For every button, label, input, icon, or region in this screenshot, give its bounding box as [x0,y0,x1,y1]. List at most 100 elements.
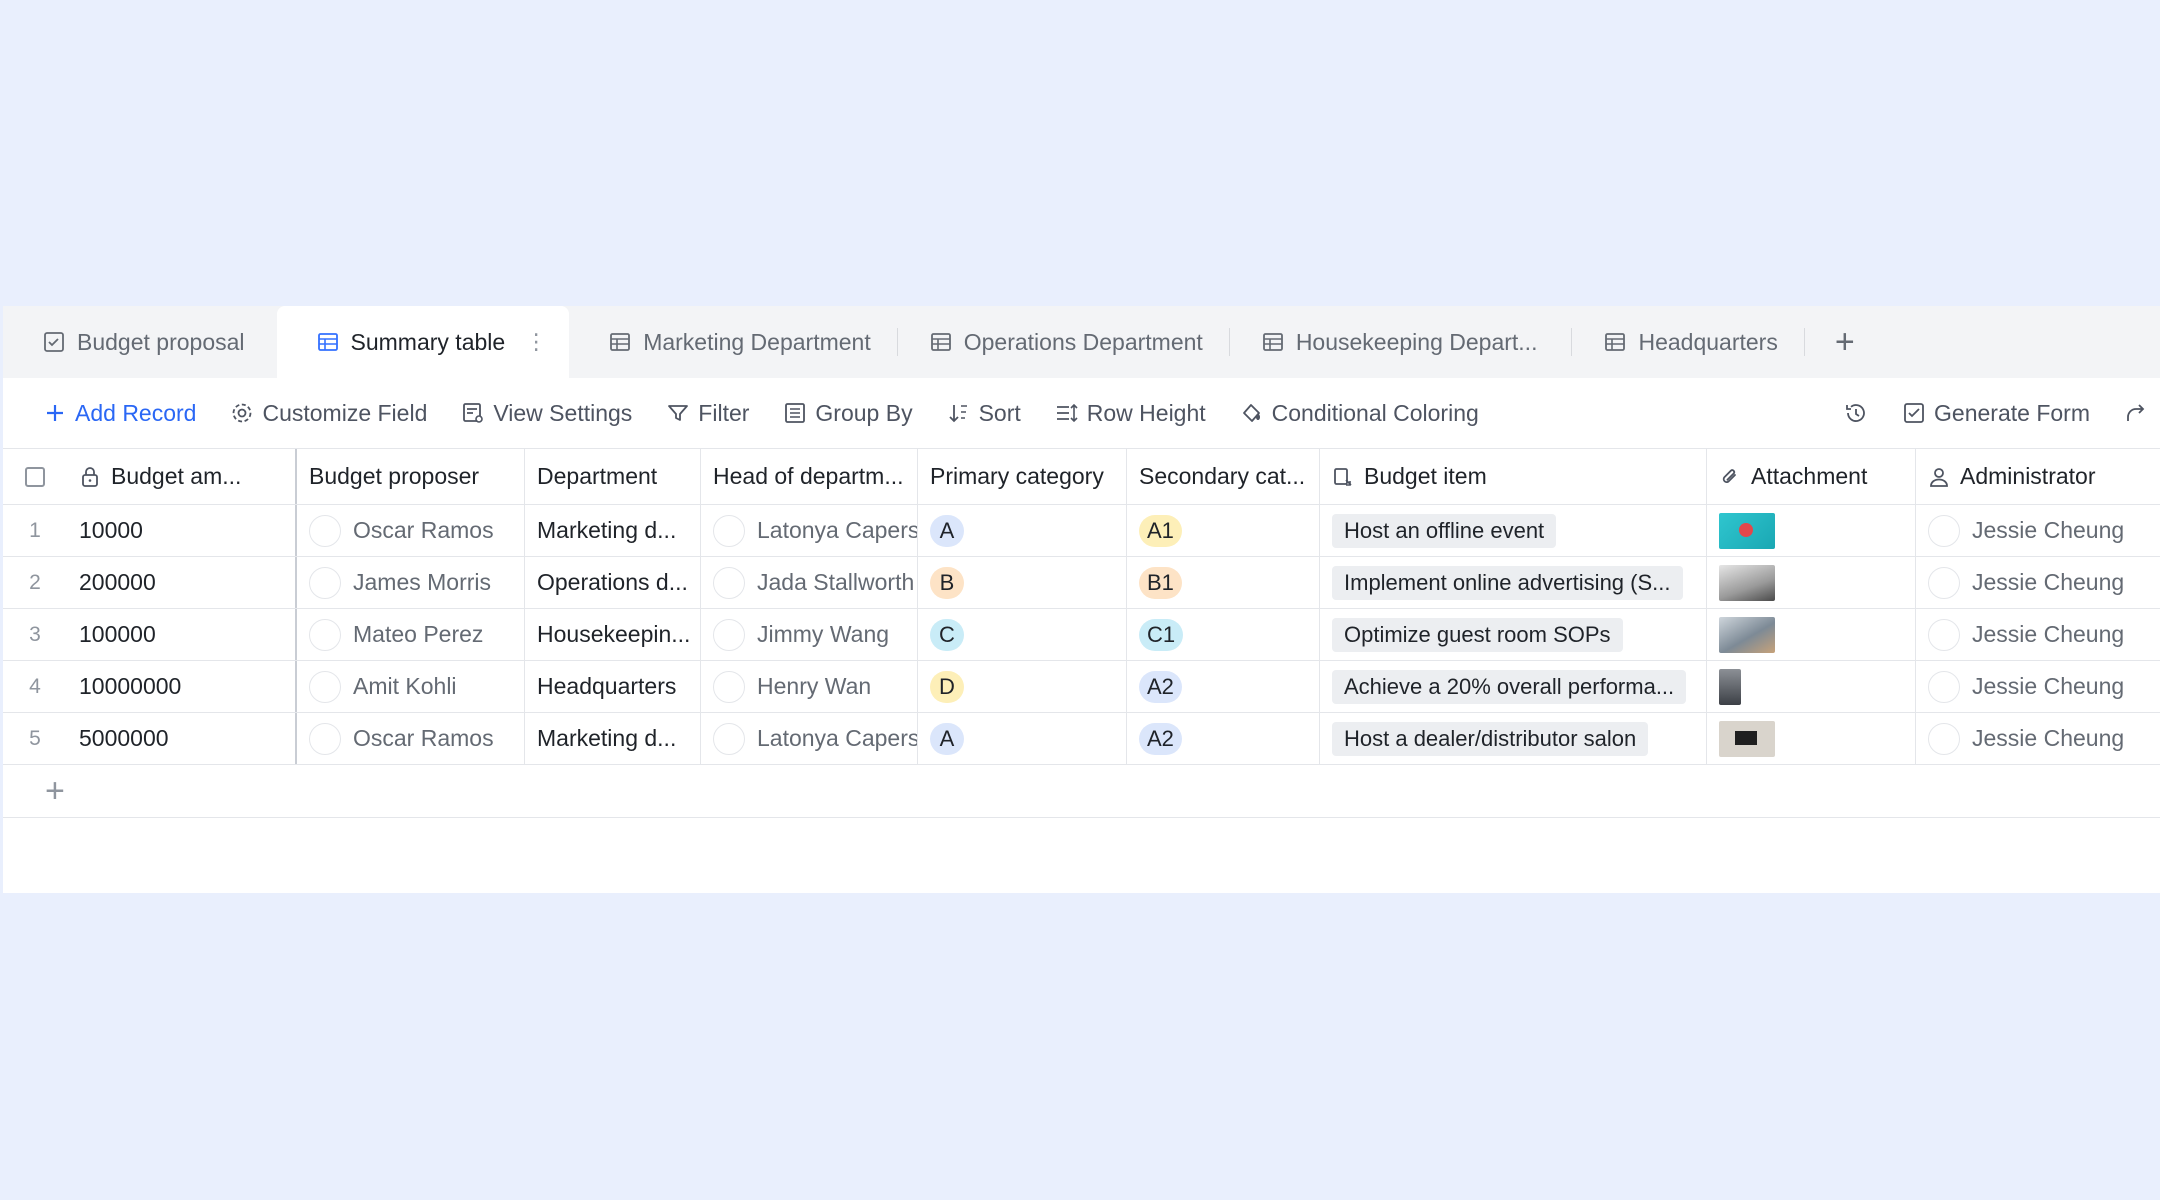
column-header-department[interactable]: Department [525,449,701,504]
category-pill: A2 [1139,722,1182,755]
column-title: Budget item [1364,463,1487,489]
budget-item-cell[interactable]: Optimize guest room SOPs [1320,609,1707,660]
administrator-cell[interactable]: Jessie Cheung [1916,557,2160,608]
history-button[interactable] [1844,401,1868,425]
attachment-thumbnail[interactable] [1719,512,1775,549]
table-row[interactable]: 3 100000 Mateo Perez Housekeepin... Jimm… [3,609,2160,661]
budget-item-cell[interactable]: Host a dealer/distributor salon [1320,713,1707,764]
budget-item-cell[interactable]: Host an offline event [1320,505,1707,556]
budget-proposer-cell[interactable]: Mateo Perez [297,609,525,660]
category-pill: C1 [1139,618,1184,651]
more-vertical-icon[interactable]: ⋮ [525,329,547,355]
attachment-thumbnail[interactable] [1719,720,1775,757]
budget-item-tag: Implement online advertising (S... [1332,565,1683,600]
attachment-cell[interactable] [1707,609,1916,660]
tab-summary-table[interactable]: Summary table ⋮ [276,306,570,378]
conditional-coloring-button[interactable]: Conditional Coloring [1240,400,1479,427]
head-of-department-cell[interactable]: Jada Stallworth [701,557,918,608]
table-row[interactable]: 4 10000000 Amit Kohli Headquarters Henry… [3,661,2160,713]
column-header-secondary-category[interactable]: Secondary cat... [1127,449,1320,504]
row-number[interactable]: 3 [3,609,67,660]
filter-button[interactable]: Filter [666,400,749,427]
attachment-thumbnail[interactable] [1719,616,1775,653]
administrator-cell[interactable]: Jessie Cheung [1916,505,2160,556]
row-number[interactable]: 4 [3,661,67,712]
head-of-department-cell[interactable]: Latonya Capers [701,505,918,556]
add-record-button[interactable]: Add Record [43,400,196,427]
primary-category-cell[interactable]: A [918,713,1127,764]
budget-amount-cell[interactable]: 100000 [67,609,297,660]
share-button[interactable] [2124,401,2148,425]
budget-proposer-cell[interactable]: Amit Kohli [297,661,525,712]
group-by-button[interactable]: Group By [783,400,913,427]
budget-proposer-cell[interactable]: Oscar Ramos [297,713,525,764]
department-cell[interactable]: Operations d... [525,557,701,608]
tab-housekeeping-department[interactable]: Housekeeping Depart... [1230,306,1572,378]
attachment-cell[interactable] [1707,661,1916,712]
row-height-button[interactable]: Row Height [1055,400,1206,427]
administrator-cell[interactable]: Jessie Cheung [1916,713,2160,764]
attachment-cell[interactable] [1707,713,1916,764]
table-row[interactable]: 2 200000 James Morris Operations d... Ja… [3,557,2160,609]
tab-marketing-department[interactable]: Marketing Department [569,306,897,378]
row-number[interactable]: 5 [3,713,67,764]
column-header-head-of-department[interactable]: Head of departm... [701,449,918,504]
person-name: Jessie Cheung [1972,517,2125,543]
budget-proposer-cell[interactable]: Oscar Ramos [297,505,525,556]
department-value: Housekeepin... [537,621,691,647]
department-cell[interactable]: Marketing d... [525,713,701,764]
secondary-category-cell[interactable]: B1 [1127,557,1320,608]
conditional-coloring-label: Conditional Coloring [1271,399,1479,426]
tab-operations-department[interactable]: Operations Department [898,306,1229,378]
secondary-category-cell[interactable]: A2 [1127,661,1320,712]
view-settings-button[interactable]: View Settings [461,400,632,427]
budget-proposer-cell[interactable]: James Morris [297,557,525,608]
primary-category-cell[interactable]: B [918,557,1127,608]
toolbar: Add Record Customize Field View Settings… [3,378,2160,449]
primary-category-cell[interactable]: D [918,661,1127,712]
add-row-button[interactable]: + [3,765,2160,818]
primary-category-cell[interactable]: A [918,505,1127,556]
column-header-budget-proposer[interactable]: Budget proposer [297,449,525,504]
budget-amount-cell[interactable]: 10000000 [67,661,297,712]
column-header-attachment[interactable]: Attachment [1707,449,1916,504]
person-name: Jessie Cheung [1972,621,2125,647]
select-all-checkbox[interactable] [25,466,45,487]
budget-item-cell[interactable]: Achieve a 20% overall performa... [1320,661,1707,712]
department-cell[interactable]: Headquarters [525,661,701,712]
tab-headquarters[interactable]: Headquarters [1572,306,1803,378]
sort-button[interactable]: Sort [947,400,1021,427]
budget-item-cell[interactable]: Implement online advertising (S... [1320,557,1707,608]
secondary-category-cell[interactable]: C1 [1127,609,1320,660]
select-all-cell[interactable] [3,449,67,504]
head-of-department-cell[interactable]: Latonya Capers [701,713,918,764]
budget-amount-cell[interactable]: 10000 [67,505,297,556]
tab-budget-proposal[interactable]: Budget proposal [3,306,277,378]
customize-field-button[interactable]: Customize Field [230,400,427,427]
head-of-department-cell[interactable]: Henry Wan [701,661,918,712]
primary-category-cell[interactable]: C [918,609,1127,660]
add-tab-button[interactable]: + [1805,306,1885,378]
attachment-thumbnail[interactable] [1719,564,1775,601]
row-number[interactable]: 2 [3,557,67,608]
administrator-cell[interactable]: Jessie Cheung [1916,661,2160,712]
secondary-category-cell[interactable]: A2 [1127,713,1320,764]
column-header-primary-category[interactable]: Primary category [918,449,1127,504]
column-header-administrator[interactable]: Administrator [1916,449,2160,504]
column-header-budget-amount[interactable]: Budget am... [67,449,297,504]
attachment-cell[interactable] [1707,557,1916,608]
department-cell[interactable]: Marketing d... [525,505,701,556]
table-row[interactable]: 1 10000 Oscar Ramos Marketing d... Laton… [3,505,2160,557]
department-cell[interactable]: Housekeepin... [525,609,701,660]
generate-form-button[interactable]: Generate Form [1902,400,2090,427]
attachment-cell[interactable] [1707,505,1916,556]
row-number[interactable]: 1 [3,505,67,556]
column-header-budget-item[interactable]: Budget item [1320,449,1707,504]
head-of-department-cell[interactable]: Jimmy Wang [701,609,918,660]
budget-amount-cell[interactable]: 200000 [67,557,297,608]
secondary-category-cell[interactable]: A1 [1127,505,1320,556]
table-row[interactable]: 5 5000000 Oscar Ramos Marketing d... Lat… [3,713,2160,765]
budget-amount-cell[interactable]: 5000000 [67,713,297,764]
attachment-thumbnail[interactable] [1719,668,1741,705]
administrator-cell[interactable]: Jessie Cheung [1916,609,2160,660]
